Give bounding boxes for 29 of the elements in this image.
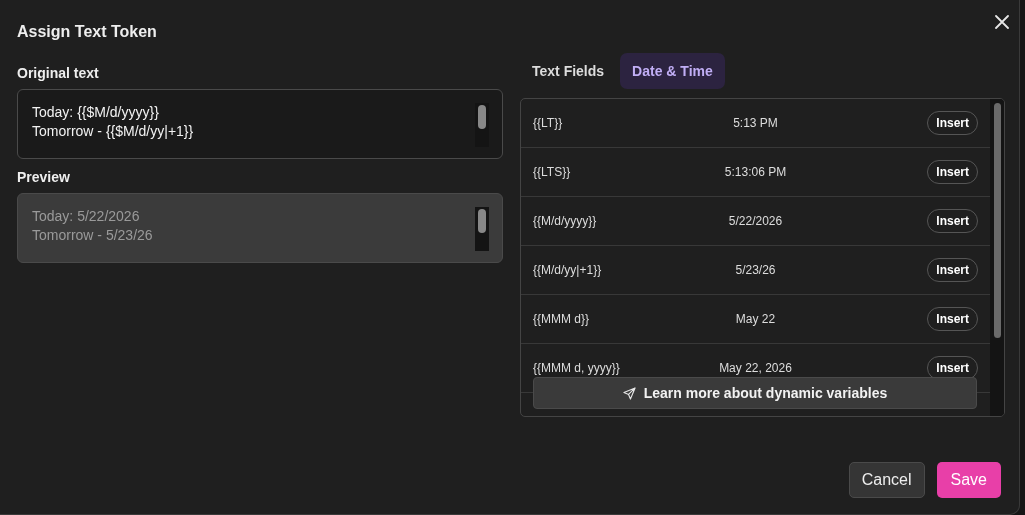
token-value: 5/23/26 xyxy=(735,263,776,277)
field-label: Original text xyxy=(17,65,100,81)
tab[interactable]: Text Fields xyxy=(520,53,617,89)
token-text: {{MMM d}} xyxy=(533,312,590,326)
token-text: {{LTS}} xyxy=(533,165,571,179)
tab[interactable]: Date & Time xyxy=(620,53,725,89)
token-value: May 22, 2026 xyxy=(719,361,792,375)
text-line: Tomorrow - {{$M/d/yy|+1}} xyxy=(32,123,194,139)
token-text: {{LT}} xyxy=(533,116,563,130)
text-line: Today: 5/22/2026 xyxy=(32,208,141,224)
text-line: Today: {{$M/d/yyyy}} xyxy=(32,104,160,120)
scrollbar[interactable] xyxy=(990,99,1004,416)
token-text: {{M/d/yyyy}} xyxy=(533,214,597,228)
learn-more-button[interactable]: Learn more about dynamic variables xyxy=(533,377,977,409)
token-text: {{MMM d, yyyy}} xyxy=(533,361,620,375)
save-button[interactable]: Save xyxy=(936,462,1001,498)
token-text: {{M/d/yy|+1}} xyxy=(533,263,602,277)
token-value: May 22 xyxy=(735,312,776,326)
send-icon xyxy=(622,386,636,400)
token-value: 5:13 PM xyxy=(733,116,778,130)
cancel-button[interactable]: Cancel xyxy=(848,462,925,498)
token-value: 5/22/2026 xyxy=(728,214,783,228)
scrollbar[interactable] xyxy=(475,103,489,147)
text-line: Tomorrow - 5/23/26 xyxy=(32,227,153,243)
token-value: 5:13:06 PM xyxy=(724,165,787,179)
field-label: Preview xyxy=(17,169,71,185)
close-icon[interactable] xyxy=(995,15,1009,29)
text-area[interactable]: Today: {{$M/d/yyyy}} Tomorrow - {{$M/d/yy|+1}} xyxy=(17,89,503,159)
dialog-title: Assign Text Token xyxy=(17,23,157,41)
